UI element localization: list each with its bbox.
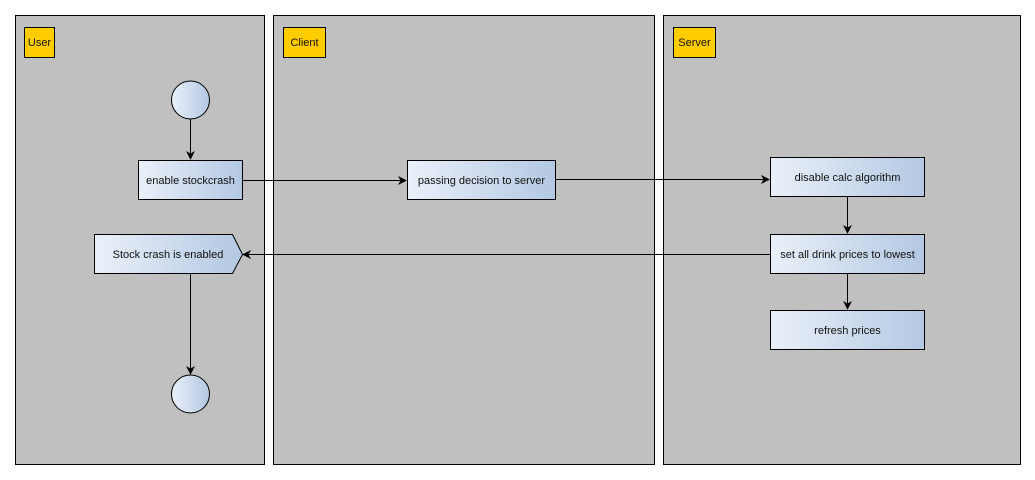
start-node bbox=[171, 80, 210, 120]
node-label: disable calc algorithm bbox=[795, 172, 901, 184]
lane-client: Client bbox=[273, 15, 655, 465]
node-disable-calc: disable calc algorithm bbox=[770, 157, 925, 197]
signal-stock-crash-enabled: Stock crash is enabled bbox=[94, 234, 244, 274]
end-node bbox=[171, 374, 210, 414]
node-label: passing decision to server bbox=[418, 175, 546, 187]
lane-label-server: Server bbox=[678, 37, 711, 49]
node-passing-decision: passing decision to server bbox=[407, 160, 556, 200]
lane-label-user: User bbox=[28, 37, 52, 49]
node-refresh-prices: refresh prices bbox=[770, 310, 925, 350]
activity-diagram: User Client Server enable stockcrash pas… bbox=[15, 15, 1021, 465]
node-label: enable stockcrash bbox=[146, 175, 235, 187]
node-label: set all drink prices to lowest bbox=[780, 249, 915, 261]
node-label: Stock crash is enabled bbox=[113, 249, 224, 261]
node-enable-stockcrash: enable stockcrash bbox=[138, 160, 243, 200]
node-set-prices: set all drink prices to lowest bbox=[770, 234, 925, 274]
node-label: refresh prices bbox=[814, 325, 881, 337]
lane-label-client: Client bbox=[290, 37, 318, 49]
